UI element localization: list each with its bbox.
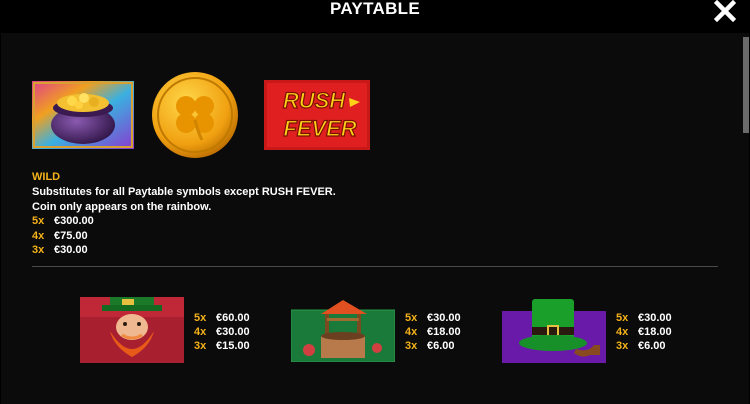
close-icon[interactable] [714,0,736,22]
wild-label: WILD [32,171,61,183]
rush-fever-logo: RUSH FEVER [264,80,370,150]
rush-fever-word-fever: FEVER [283,116,356,141]
page-title: PAYTABLE [330,0,420,18]
scrollbar-thumb[interactable] [743,37,749,133]
hat-pay-3x: 3x €6.00 [616,340,666,352]
rush-fever-word-rush: RUSH [283,88,346,113]
wild-pay-3x: 3x €30.00 [32,244,88,256]
well-pay-3x: 3x €6.00 [405,340,455,352]
leprechaun-icon [80,297,184,363]
well-pay-4x: 4x €18.00 [405,326,461,338]
well-pay-5x: 5x €30.00 [405,312,461,324]
hat-pay-5x: 5x €30.00 [616,312,672,324]
title-bar: PAYTABLE [0,0,750,33]
clover-coin-icon [152,72,238,158]
wild-pay-5x: 5x €300.00 [32,215,94,227]
leprechaun-pay-5x: 5x €60.00 [194,312,250,324]
wishing-well-icon [291,300,395,362]
wild-description-1: Substitutes for all Paytable symbols exc… [32,186,336,198]
leprechaun-pay-3x: 3x €15.00 [194,340,250,352]
wild-pay-4x: 4x €75.00 [32,230,88,242]
leprechaun-pay-4x: 4x €30.00 [194,326,250,338]
wild-description-2: Coin only appears on the rainbow. [32,201,212,213]
hat-pipe-icon [502,299,606,363]
pot-of-gold-icon [32,81,134,149]
hat-pay-4x: 4x €18.00 [616,326,672,338]
scrollbar[interactable] [743,33,749,404]
section-divider [32,266,718,267]
